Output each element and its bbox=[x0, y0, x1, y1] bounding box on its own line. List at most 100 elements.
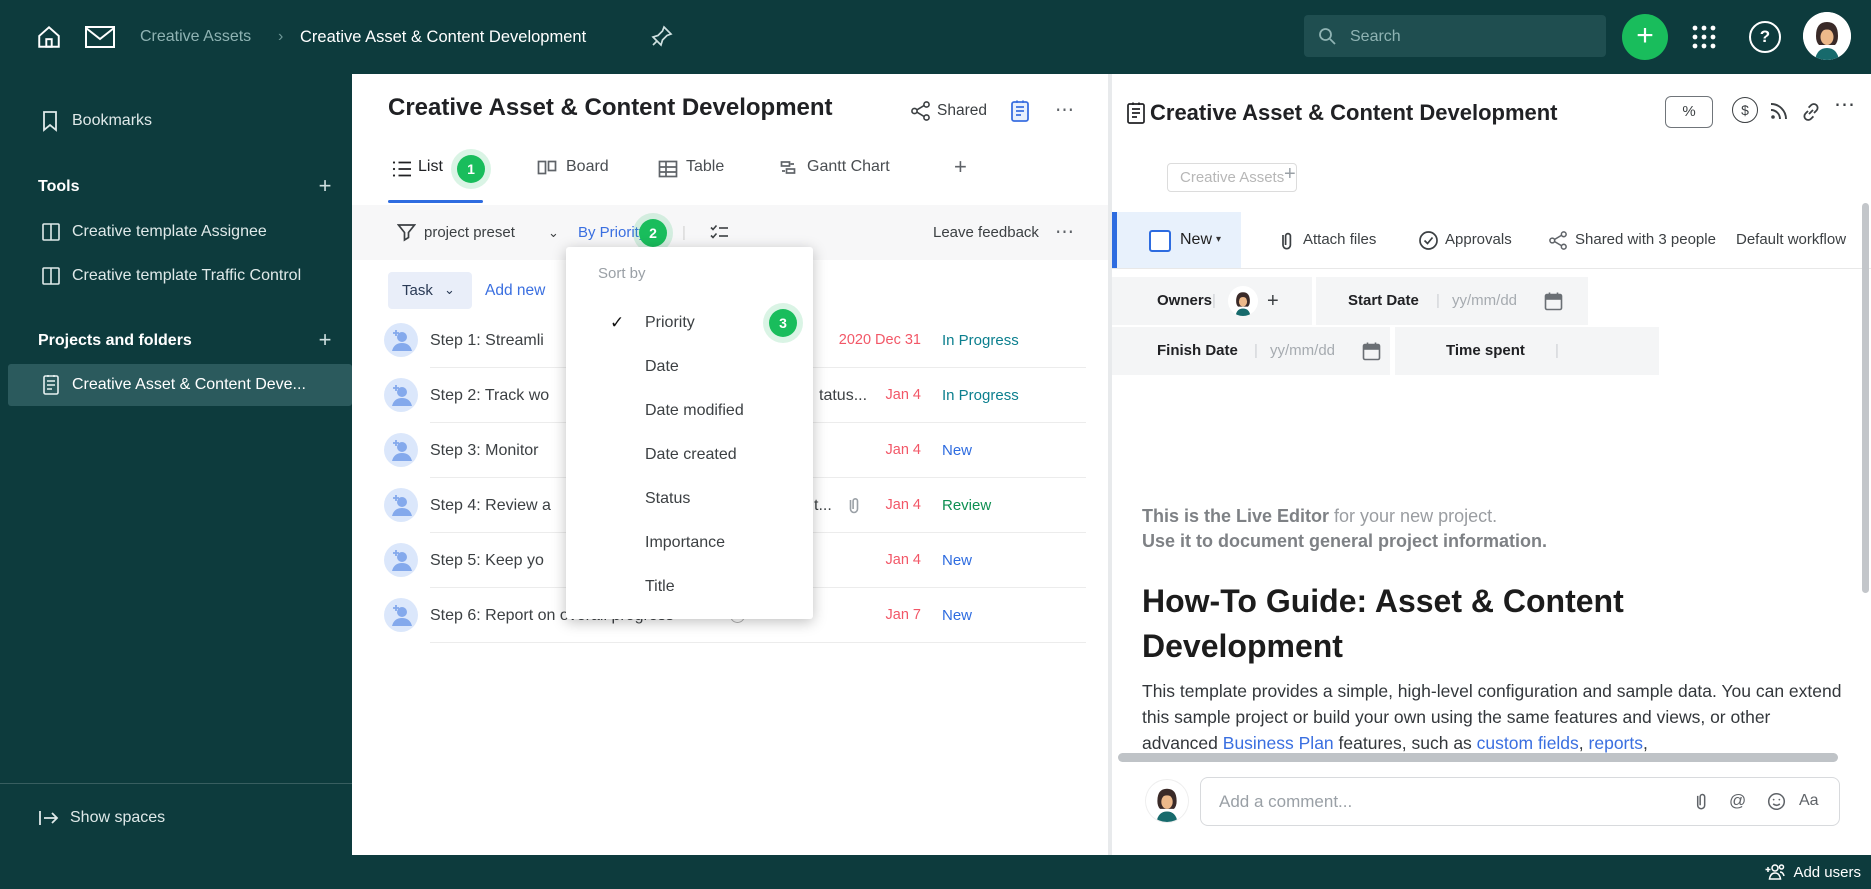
task-status[interactable]: Review bbox=[942, 478, 991, 533]
horizontal-scrollbar[interactable] bbox=[1118, 753, 1838, 762]
add-new-task-link[interactable]: Add new bbox=[485, 272, 545, 309]
toolbar-more-icon[interactable]: ⋯ bbox=[1055, 205, 1075, 260]
sidebar-item-label: Creative Asset & Content Deve... bbox=[72, 376, 306, 393]
customize-fields-icon[interactable] bbox=[710, 224, 729, 241]
tab-table[interactable]: Table bbox=[686, 158, 724, 176]
link-business-plan[interactable]: Business Plan bbox=[1223, 733, 1334, 753]
menu-item-date[interactable]: Date bbox=[566, 345, 813, 389]
assignee-add-icon[interactable] bbox=[384, 378, 418, 412]
tab-list[interactable]: List bbox=[418, 158, 443, 176]
owners-field[interactable]: Owners | + bbox=[1112, 277, 1312, 325]
task-date[interactable]: Jan 7 bbox=[886, 588, 921, 643]
owner-avatar[interactable] bbox=[1228, 286, 1258, 316]
add-users-button[interactable]: Add users bbox=[1764, 855, 1861, 889]
assignee-add-icon[interactable] bbox=[384, 433, 418, 467]
help-icon[interactable]: ? bbox=[1749, 21, 1781, 53]
calendar-icon[interactable] bbox=[1544, 291, 1563, 311]
task-status[interactable]: New bbox=[942, 533, 972, 588]
vertical-scrollbar[interactable] bbox=[1862, 203, 1869, 593]
attach-files-button[interactable]: Attach files bbox=[1303, 212, 1376, 268]
calendar-icon[interactable] bbox=[1362, 341, 1381, 361]
breadcrumb-parent[interactable]: Creative Assets bbox=[140, 0, 251, 74]
task-date[interactable]: Jan 4 bbox=[886, 368, 921, 423]
share-icon[interactable] bbox=[910, 100, 932, 122]
emoji-icon[interactable] bbox=[1767, 792, 1786, 811]
filter-preset-button[interactable]: project preset bbox=[424, 205, 515, 260]
approvals-button[interactable]: Approvals bbox=[1445, 212, 1512, 268]
editor-paragraph[interactable]: This template provides a simple, high-le… bbox=[1142, 678, 1850, 756]
comment-input[interactable] bbox=[1217, 778, 1661, 826]
task-status[interactable]: New bbox=[942, 588, 972, 643]
project-info-panel: Creative Asset & Content Development % $… bbox=[1112, 74, 1871, 855]
paperclip-icon bbox=[1278, 230, 1295, 251]
leave-feedback-link[interactable]: Leave feedback bbox=[933, 205, 1039, 260]
tab-gantt-chart[interactable]: Gantt Chart bbox=[807, 158, 890, 176]
time-spent-field[interactable]: Time spent | bbox=[1395, 327, 1659, 375]
task-date[interactable]: Jan 4 bbox=[886, 423, 921, 478]
breadcrumb-current[interactable]: Creative Asset & Content Development bbox=[300, 0, 586, 74]
task-date[interactable]: Jan 4 bbox=[886, 533, 921, 588]
menu-item-date-modified[interactable]: Date modified bbox=[566, 389, 813, 433]
editor-heading[interactable]: How-To Guide: Asset & Content Developmen… bbox=[1142, 579, 1792, 669]
comment-input-box: @ Aa bbox=[1200, 777, 1840, 826]
format-text-icon[interactable]: Aa bbox=[1799, 778, 1819, 824]
budget-icon[interactable]: $ bbox=[1732, 97, 1758, 123]
add-tool-button[interactable]: + bbox=[312, 174, 338, 200]
notebook-icon[interactable] bbox=[1010, 99, 1030, 123]
paperclip-icon[interactable] bbox=[1693, 791, 1709, 811]
sidebar-item-creative-asset-project-selected[interactable]: Creative Asset & Content Deve... bbox=[8, 364, 352, 406]
add-project-button[interactable]: + bbox=[312, 328, 338, 354]
more-options-icon[interactable]: ⋯ bbox=[1055, 74, 1075, 148]
user-avatar[interactable] bbox=[1803, 12, 1851, 60]
menu-item-title[interactable]: Title bbox=[566, 565, 813, 609]
menu-item-date-created[interactable]: Date created bbox=[566, 433, 813, 477]
mention-icon[interactable]: @ bbox=[1729, 778, 1746, 824]
sidebar-item-bookmarks[interactable]: Bookmarks bbox=[0, 101, 352, 141]
panel-more-icon[interactable]: ⋯ bbox=[1834, 92, 1856, 117]
menu-item-priority[interactable]: ✓ Priority 3 bbox=[566, 301, 813, 345]
menu-item-importance[interactable]: Importance bbox=[566, 521, 813, 565]
parent-folder-tag[interactable]: Creative Assets bbox=[1167, 163, 1298, 192]
shared-label[interactable]: Shared bbox=[937, 74, 987, 148]
progress-percent-button[interactable]: % bbox=[1665, 96, 1713, 128]
follow-feed-icon[interactable] bbox=[1768, 100, 1790, 122]
start-date-field[interactable]: Start Date | yy/mm/dd bbox=[1316, 277, 1588, 325]
apps-grid-icon[interactable] bbox=[1690, 23, 1718, 51]
task-status[interactable]: In Progress bbox=[942, 368, 1019, 423]
shared-with-button[interactable]: Shared with 3 people bbox=[1575, 212, 1716, 268]
paperclip-icon bbox=[846, 496, 862, 515]
home-icon[interactable] bbox=[36, 24, 62, 50]
inbox-icon[interactable] bbox=[84, 25, 116, 49]
create-new-button[interactable]: + bbox=[1622, 14, 1668, 60]
page-title: Creative Asset & Content Development bbox=[388, 94, 833, 121]
task-date[interactable]: 2020 Dec 31 bbox=[839, 313, 921, 368]
sidebar-item-creative-template-assignee[interactable]: Creative template Assignee bbox=[0, 212, 352, 252]
task-status[interactable]: New bbox=[942, 423, 972, 478]
finish-date-field[interactable]: Finish Date | yy/mm/dd bbox=[1112, 327, 1390, 375]
task-type-button[interactable]: Task ⌄ bbox=[388, 272, 472, 309]
assignee-add-icon[interactable] bbox=[384, 323, 418, 357]
sidebar-item-creative-template-traffic-control[interactable]: Creative template Traffic Control bbox=[0, 256, 352, 296]
add-owner-button[interactable]: + bbox=[1267, 277, 1279, 325]
pin-icon[interactable] bbox=[650, 24, 674, 48]
show-spaces-button[interactable]: Show spaces bbox=[0, 798, 352, 838]
task-title: Step 2: Track wo bbox=[430, 387, 550, 404]
workflow-button[interactable]: Default workflow bbox=[1736, 212, 1846, 268]
add-view-button[interactable]: + bbox=[954, 154, 967, 180]
menu-item-status[interactable]: Status bbox=[566, 477, 813, 521]
status-checkbox[interactable] bbox=[1149, 230, 1171, 252]
status-new-button[interactable]: New ▾ bbox=[1112, 212, 1241, 268]
link-custom-fields[interactable]: custom fields bbox=[1477, 733, 1579, 753]
app-window: Creative Assets › Creative Asset & Conte… bbox=[0, 0, 1871, 889]
permalink-icon[interactable] bbox=[1800, 101, 1822, 123]
editor-intro[interactable]: This is the Live Editor for your new pro… bbox=[1142, 504, 1547, 554]
assignee-add-icon[interactable] bbox=[384, 488, 418, 522]
assignee-add-icon[interactable] bbox=[384, 543, 418, 577]
task-status[interactable]: In Progress bbox=[942, 313, 1019, 368]
tab-board[interactable]: Board bbox=[566, 158, 609, 176]
search-input[interactable] bbox=[1348, 15, 1592, 59]
assignee-add-icon[interactable] bbox=[384, 598, 418, 632]
task-date[interactable]: Jan 4 bbox=[886, 478, 921, 533]
link-reports[interactable]: reports bbox=[1589, 733, 1643, 753]
add-tag-button[interactable]: + bbox=[1284, 163, 1296, 186]
